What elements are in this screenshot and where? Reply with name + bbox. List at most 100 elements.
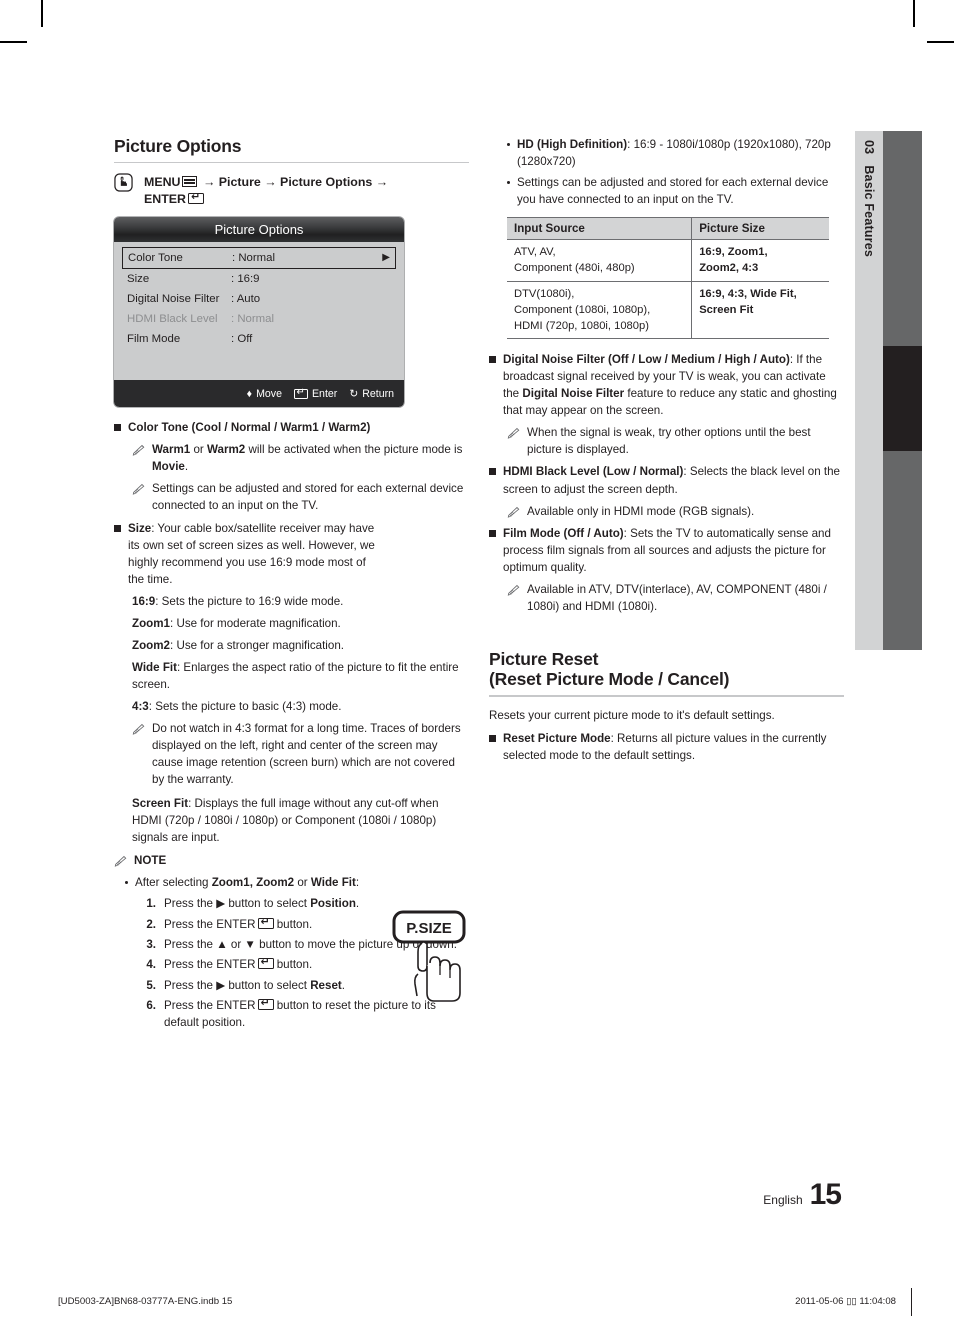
psize-button-illustration: P.SIZE bbox=[385, 908, 475, 1008]
chapter-tab-light: 03 Basic Features bbox=[855, 131, 883, 650]
dnf-text: Digital Noise Filter (Off / Low / Medium… bbox=[503, 351, 844, 419]
bullet-settings-stored-text: Settings can be adjusted and stored for … bbox=[517, 176, 829, 207]
crop-mark-top-left-horizontal bbox=[0, 41, 27, 43]
bullet-settings-stored: Settings can be adjusted and stored for … bbox=[489, 174, 844, 208]
pencil-note-icon bbox=[132, 723, 146, 736]
print-timestamp: 2011-05-06 ▯▯ 11:04:08 bbox=[795, 1296, 896, 1307]
cell-text: 16:9, 4:3, Wide Fit, Screen Fit bbox=[699, 287, 797, 316]
pre: Press the ENTER bbox=[164, 999, 256, 1013]
wide-fit: Wide Fit bbox=[310, 876, 356, 890]
bullet-hd: HD (High Definition): 16:9 - 1080i/1080p… bbox=[489, 136, 844, 170]
print-footer: [UD5003-ZA]BN68-03777A-ENG.indb 15 2011-… bbox=[58, 1296, 896, 1307]
language-label: English bbox=[763, 1193, 803, 1207]
menu-path-menu-label: MENU bbox=[144, 175, 181, 190]
dot-bullet-icon bbox=[125, 881, 128, 885]
osd-title: Picture Options bbox=[114, 217, 404, 243]
table-row: DTV(1080i), Component (1080i, 1080p), HD… bbox=[507, 281, 829, 340]
reset-mode-text: Reset Picture Mode: Returns all picture … bbox=[503, 730, 844, 764]
pencil-note-icon bbox=[114, 855, 128, 868]
osd-value: : Normal bbox=[232, 252, 276, 265]
step-number: 2. bbox=[146, 917, 156, 931]
osd-key: Color Tone bbox=[128, 252, 183, 265]
osd-return-label: Return bbox=[362, 387, 394, 400]
color-tone-title: Color Tone (Cool / Normal / Warm1 / Warm… bbox=[128, 421, 371, 435]
crop-mark-top-right-vertical bbox=[913, 0, 915, 27]
picture-size-table: Input Source Picture Size ATV, AV, Compo… bbox=[507, 217, 829, 340]
left-column: Picture Options MENU → Picture → Picture… bbox=[114, 136, 469, 1035]
mode-desc: : Use for a stronger magnification. bbox=[170, 638, 345, 652]
chapter-tab-dark bbox=[883, 131, 922, 650]
osd-move-label: Move bbox=[256, 387, 282, 400]
pre: Press the ▶ button to select bbox=[164, 978, 311, 992]
cell-text: 16:9, Zoom1, Zoom2, 4:3 bbox=[699, 246, 768, 275]
step-number: 3. bbox=[146, 937, 156, 951]
table-row: ATV, AV, Component (480i, 480p) 16:9, Zo… bbox=[507, 239, 829, 282]
picture-reset-rule bbox=[489, 695, 844, 697]
osd-row-color-tone[interactable]: Color Tone : Normal ▶ bbox=[122, 247, 396, 270]
page-number: 15 bbox=[809, 1178, 842, 1211]
step-number: 6. bbox=[146, 999, 156, 1013]
dot-bullet-icon bbox=[507, 143, 510, 146]
picture-reset-intro: Resets your current picture mode to it's… bbox=[489, 708, 775, 722]
picture-reset-title: Picture Reset (Reset Picture Mode / Canc… bbox=[489, 649, 844, 695]
chapter-title: Basic Features bbox=[862, 165, 876, 258]
reset-mode-label: Reset Picture Mode bbox=[503, 731, 611, 745]
menu-path: MENU → Picture → Picture Options → ENTER bbox=[114, 173, 469, 208]
picture-reset-title-line2: (Reset Picture Mode / Cancel) bbox=[489, 669, 730, 690]
osd-row-film-mode[interactable]: Film Mode : Off bbox=[122, 329, 396, 349]
square-bullet-icon bbox=[489, 529, 496, 537]
osd-key: HDMI Black Level bbox=[127, 313, 218, 326]
size-mode-wide-fit: Wide Fit: Enlarges the aspect ratio of t… bbox=[132, 659, 469, 693]
size-mode-screen-fit: Screen Fit: Displays the full image with… bbox=[132, 795, 469, 846]
table-cell-source: DTV(1080i), Component (1080i, 1080p), HD… bbox=[507, 281, 693, 340]
size-desc: Size: Your cable box/satellite receiver … bbox=[128, 520, 469, 588]
osd-row-size[interactable]: Size : 16:9 bbox=[122, 269, 396, 289]
step-number: 1. bbox=[146, 897, 156, 911]
osd-enter-hint: Enter bbox=[293, 387, 337, 400]
period: . bbox=[184, 460, 189, 474]
movie-label: Movie bbox=[152, 460, 185, 474]
bullet-size: Size: Your cable box/satellite receiver … bbox=[114, 520, 469, 1002]
post: button. bbox=[273, 958, 313, 972]
mode-desc: : Use for moderate magnification. bbox=[170, 616, 341, 630]
pencil-note-icon bbox=[132, 483, 146, 496]
table-cell-size: 16:9, 4:3, Wide Fit, Screen Fit bbox=[691, 281, 829, 340]
note-hdmi-text: Available only in HDMI mode (RGB signals… bbox=[527, 504, 755, 518]
square-bullet-icon bbox=[489, 356, 496, 364]
bold: Reset bbox=[310, 978, 342, 992]
note-color-tone-1: Warm1 or Warm2 will be activated when th… bbox=[114, 441, 469, 475]
note-block-title: NOTE bbox=[134, 854, 167, 868]
hd-label: HD (High Definition) bbox=[517, 138, 628, 151]
osd-key: Size bbox=[127, 273, 150, 286]
conj: or bbox=[294, 876, 311, 890]
osd-row-digital-noise-filter[interactable]: Digital Noise Filter : Auto bbox=[122, 289, 396, 309]
film-title: Film Mode (Off / Auto) bbox=[503, 526, 624, 540]
mode-desc: : Sets the picture to basic (4:3) mode. bbox=[148, 699, 342, 713]
mode-name: Screen Fit bbox=[132, 796, 189, 810]
page-title: Picture Options bbox=[114, 136, 242, 156]
menu-path-chain: → Picture → Picture Options → bbox=[202, 175, 389, 190]
post: . bbox=[341, 978, 345, 992]
footer-rule bbox=[910, 1288, 912, 1316]
enter-icon bbox=[293, 387, 308, 399]
osd-return-hint: ↻ Return bbox=[349, 388, 394, 400]
mode-name: 16:9 bbox=[132, 594, 156, 608]
note-43-warning-text: Do not watch in 4:3 format for a long ti… bbox=[152, 721, 461, 786]
size-label: Size bbox=[128, 521, 152, 535]
picture-reset-title-line1: Picture Reset bbox=[489, 648, 599, 669]
chevron-right-icon[interactable]: ▶ bbox=[382, 253, 390, 263]
pre: Press the ▶ button to select bbox=[164, 897, 311, 911]
right-column: HD (High Definition): 16:9 - 1080i/1080p… bbox=[489, 136, 844, 769]
table-header-input-source: Input Source bbox=[507, 217, 693, 241]
warm1-label: Warm1 bbox=[152, 443, 191, 457]
mode-name: Zoom2 bbox=[132, 638, 171, 652]
chapter-tab-label: 03 Basic Features bbox=[855, 131, 883, 650]
manual-page: 03 Basic Features Picture Options MENU →… bbox=[0, 0, 954, 1321]
dnf-title: Digital Noise Filter (Off / Low / Medium… bbox=[503, 353, 790, 367]
crop-mark-top-right-horizontal bbox=[927, 41, 954, 43]
table-cell-source: ATV, AV, Component (480i, 480p) bbox=[507, 239, 693, 282]
table-cell-size: 16:9, Zoom1, Zoom2, 4:3 bbox=[691, 239, 829, 282]
updown-arrow-icon: ♦ bbox=[246, 387, 253, 400]
menu-icon bbox=[182, 176, 198, 188]
post: button. bbox=[273, 917, 313, 931]
